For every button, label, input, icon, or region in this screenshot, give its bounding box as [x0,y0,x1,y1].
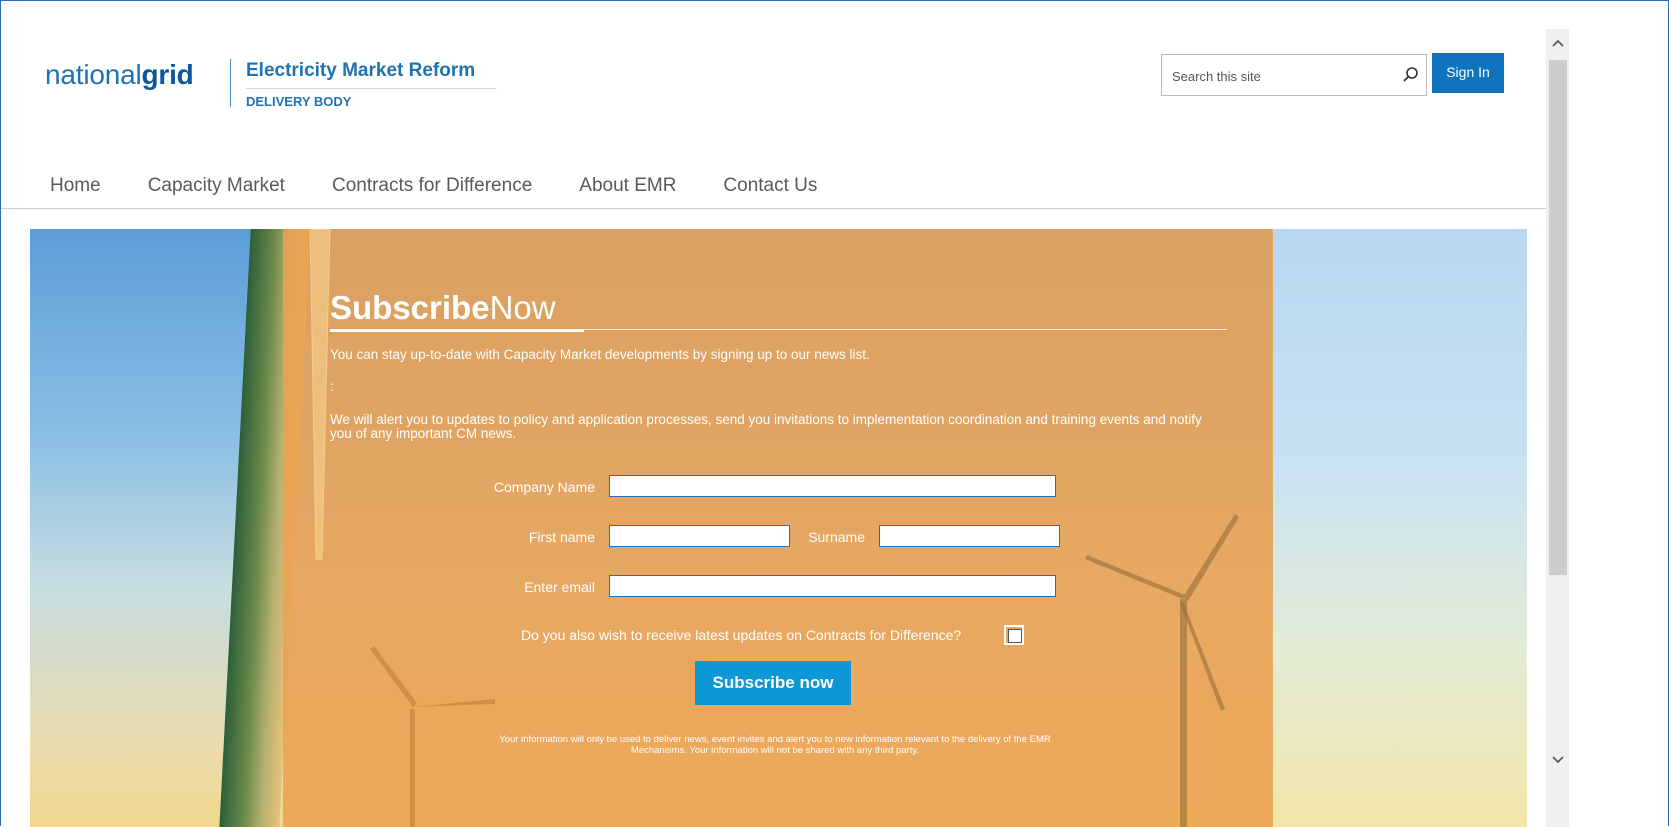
subscribe-colon: : [330,379,334,394]
subscribe-heading-light: Now [489,289,556,326]
nav-item-capacity-market[interactable]: Capacity Market [148,175,285,197]
logo-text-light: national [45,59,142,90]
heading-rule [584,329,1227,330]
cfd-updates-question: Do you also wish to receive latest updat… [521,627,962,643]
subscribe-intro: You can stay up-to-date with Capacity Ma… [330,347,870,362]
logo-divider [230,59,231,107]
heading-underline [330,329,584,332]
main-nav: Home Capacity Market Contracts for Diffe… [50,175,864,197]
first-name-label: First name [528,529,595,545]
subscribe-details: We will alert you to updates to policy a… [330,412,1202,441]
subscribe-heading: SubscribeNow [330,289,556,327]
nav-item-contact-us[interactable]: Contact Us [723,175,817,197]
national-grid-logo[interactable]: nationalgrid [45,59,194,91]
logo-text-bold: grid [141,59,194,90]
turbine-right [1085,514,1239,827]
chevron-down-icon[interactable] [1546,745,1569,773]
site-subtitle: DELIVERY BODY [246,94,352,109]
company-name-label: Company Name [493,479,595,495]
scrollbar-thumb[interactable] [1549,60,1567,575]
nav-item-home[interactable]: Home [50,175,101,197]
site-title[interactable]: Electricity Market Reform [246,60,475,82]
nav-item-about-emr[interactable]: About EMR [579,175,676,197]
subscribe-now-button[interactable]: Subscribe now [695,661,851,705]
email-label: Enter email [524,579,595,595]
page: nationalgrid Electricity Market Reform D… [1,1,1646,827]
surname-label: Surname [808,529,865,545]
hero-banner: SubscribeNow You can stay up-to-date wit… [30,229,1527,827]
privacy-disclaimer: Your information will only be used to de… [499,734,1051,756]
nav-item-contracts-for-difference[interactable]: Contracts for Difference [332,175,532,197]
search-box [1161,54,1427,97]
search-icon[interactable] [1402,66,1420,84]
search-input[interactable] [1170,55,1394,97]
turbine-blade-top [309,229,331,560]
chevron-up-icon[interactable] [1546,30,1569,58]
sign-in-button[interactable]: Sign In [1432,53,1504,93]
nav-divider [1,208,1547,209]
subscribe-heading-bold: Subscribe [330,289,490,326]
cfd-updates-checkbox[interactable] [1004,625,1024,645]
surname-input[interactable] [879,525,1060,547]
site-title-rule [246,88,496,89]
email-input[interactable] [609,575,1056,597]
company-name-input[interactable] [609,475,1056,497]
first-name-input[interactable] [609,525,790,547]
